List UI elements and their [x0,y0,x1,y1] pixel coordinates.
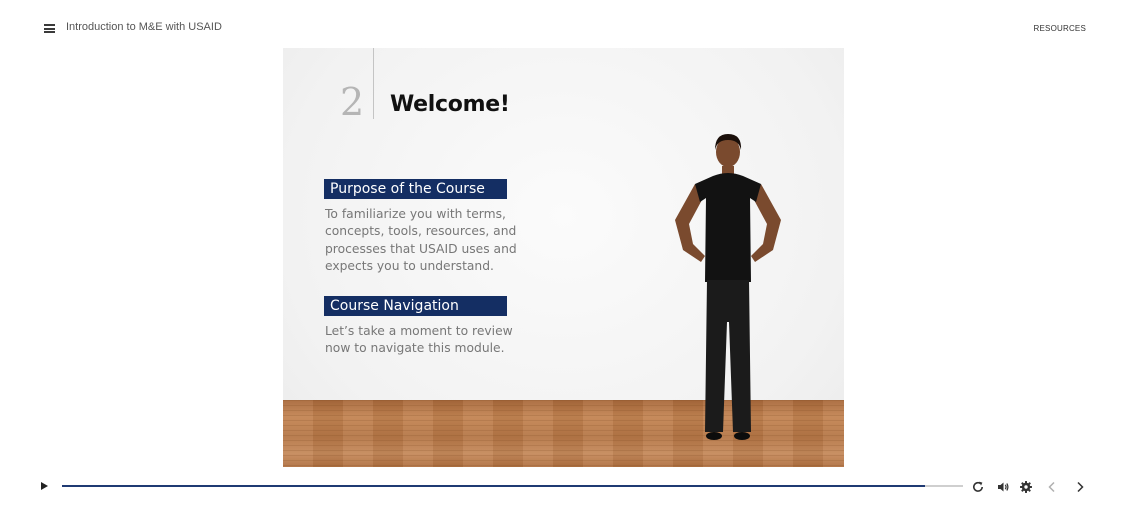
presenter-figure [675,134,781,440]
resources-button[interactable]: RESOURCES [1034,24,1086,33]
navigation-line: Let’s take a moment to review [325,324,513,338]
slide-title: Welcome! [390,92,510,117]
replay-icon[interactable] [971,480,985,494]
purpose-line: concepts, tools, resources, and [325,224,517,239]
slide-canvas: 2 Welcome! Purpose of the Course To fami… [283,48,844,467]
progress-bar[interactable] [62,485,963,487]
menu-icon[interactable] [44,24,55,33]
slide-number: 2 [340,80,365,124]
navigation-heading: Course Navigation [324,296,507,316]
volume-icon[interactable] [996,480,1010,494]
purpose-line: To familiarize you with terms, [325,207,506,221]
purpose-line: expects you to understand. [325,259,494,274]
progress-fill [62,485,926,487]
settings-icon[interactable] [1019,480,1033,494]
course-title: Introduction to M&E with USAID [66,21,222,33]
next-icon[interactable] [1073,480,1087,494]
purpose-text: To familiarize you with terms, concepts,… [325,206,525,276]
navigation-line: now to navigate this module. [325,341,505,356]
prev-icon[interactable] [1045,480,1059,494]
navigation-text: Let’s take a moment to review now to nav… [325,323,525,358]
play-icon[interactable] [41,482,48,490]
purpose-line: processes that USAID uses and [325,241,517,256]
purpose-heading: Purpose of the Course [324,179,507,199]
title-divider [373,48,374,119]
